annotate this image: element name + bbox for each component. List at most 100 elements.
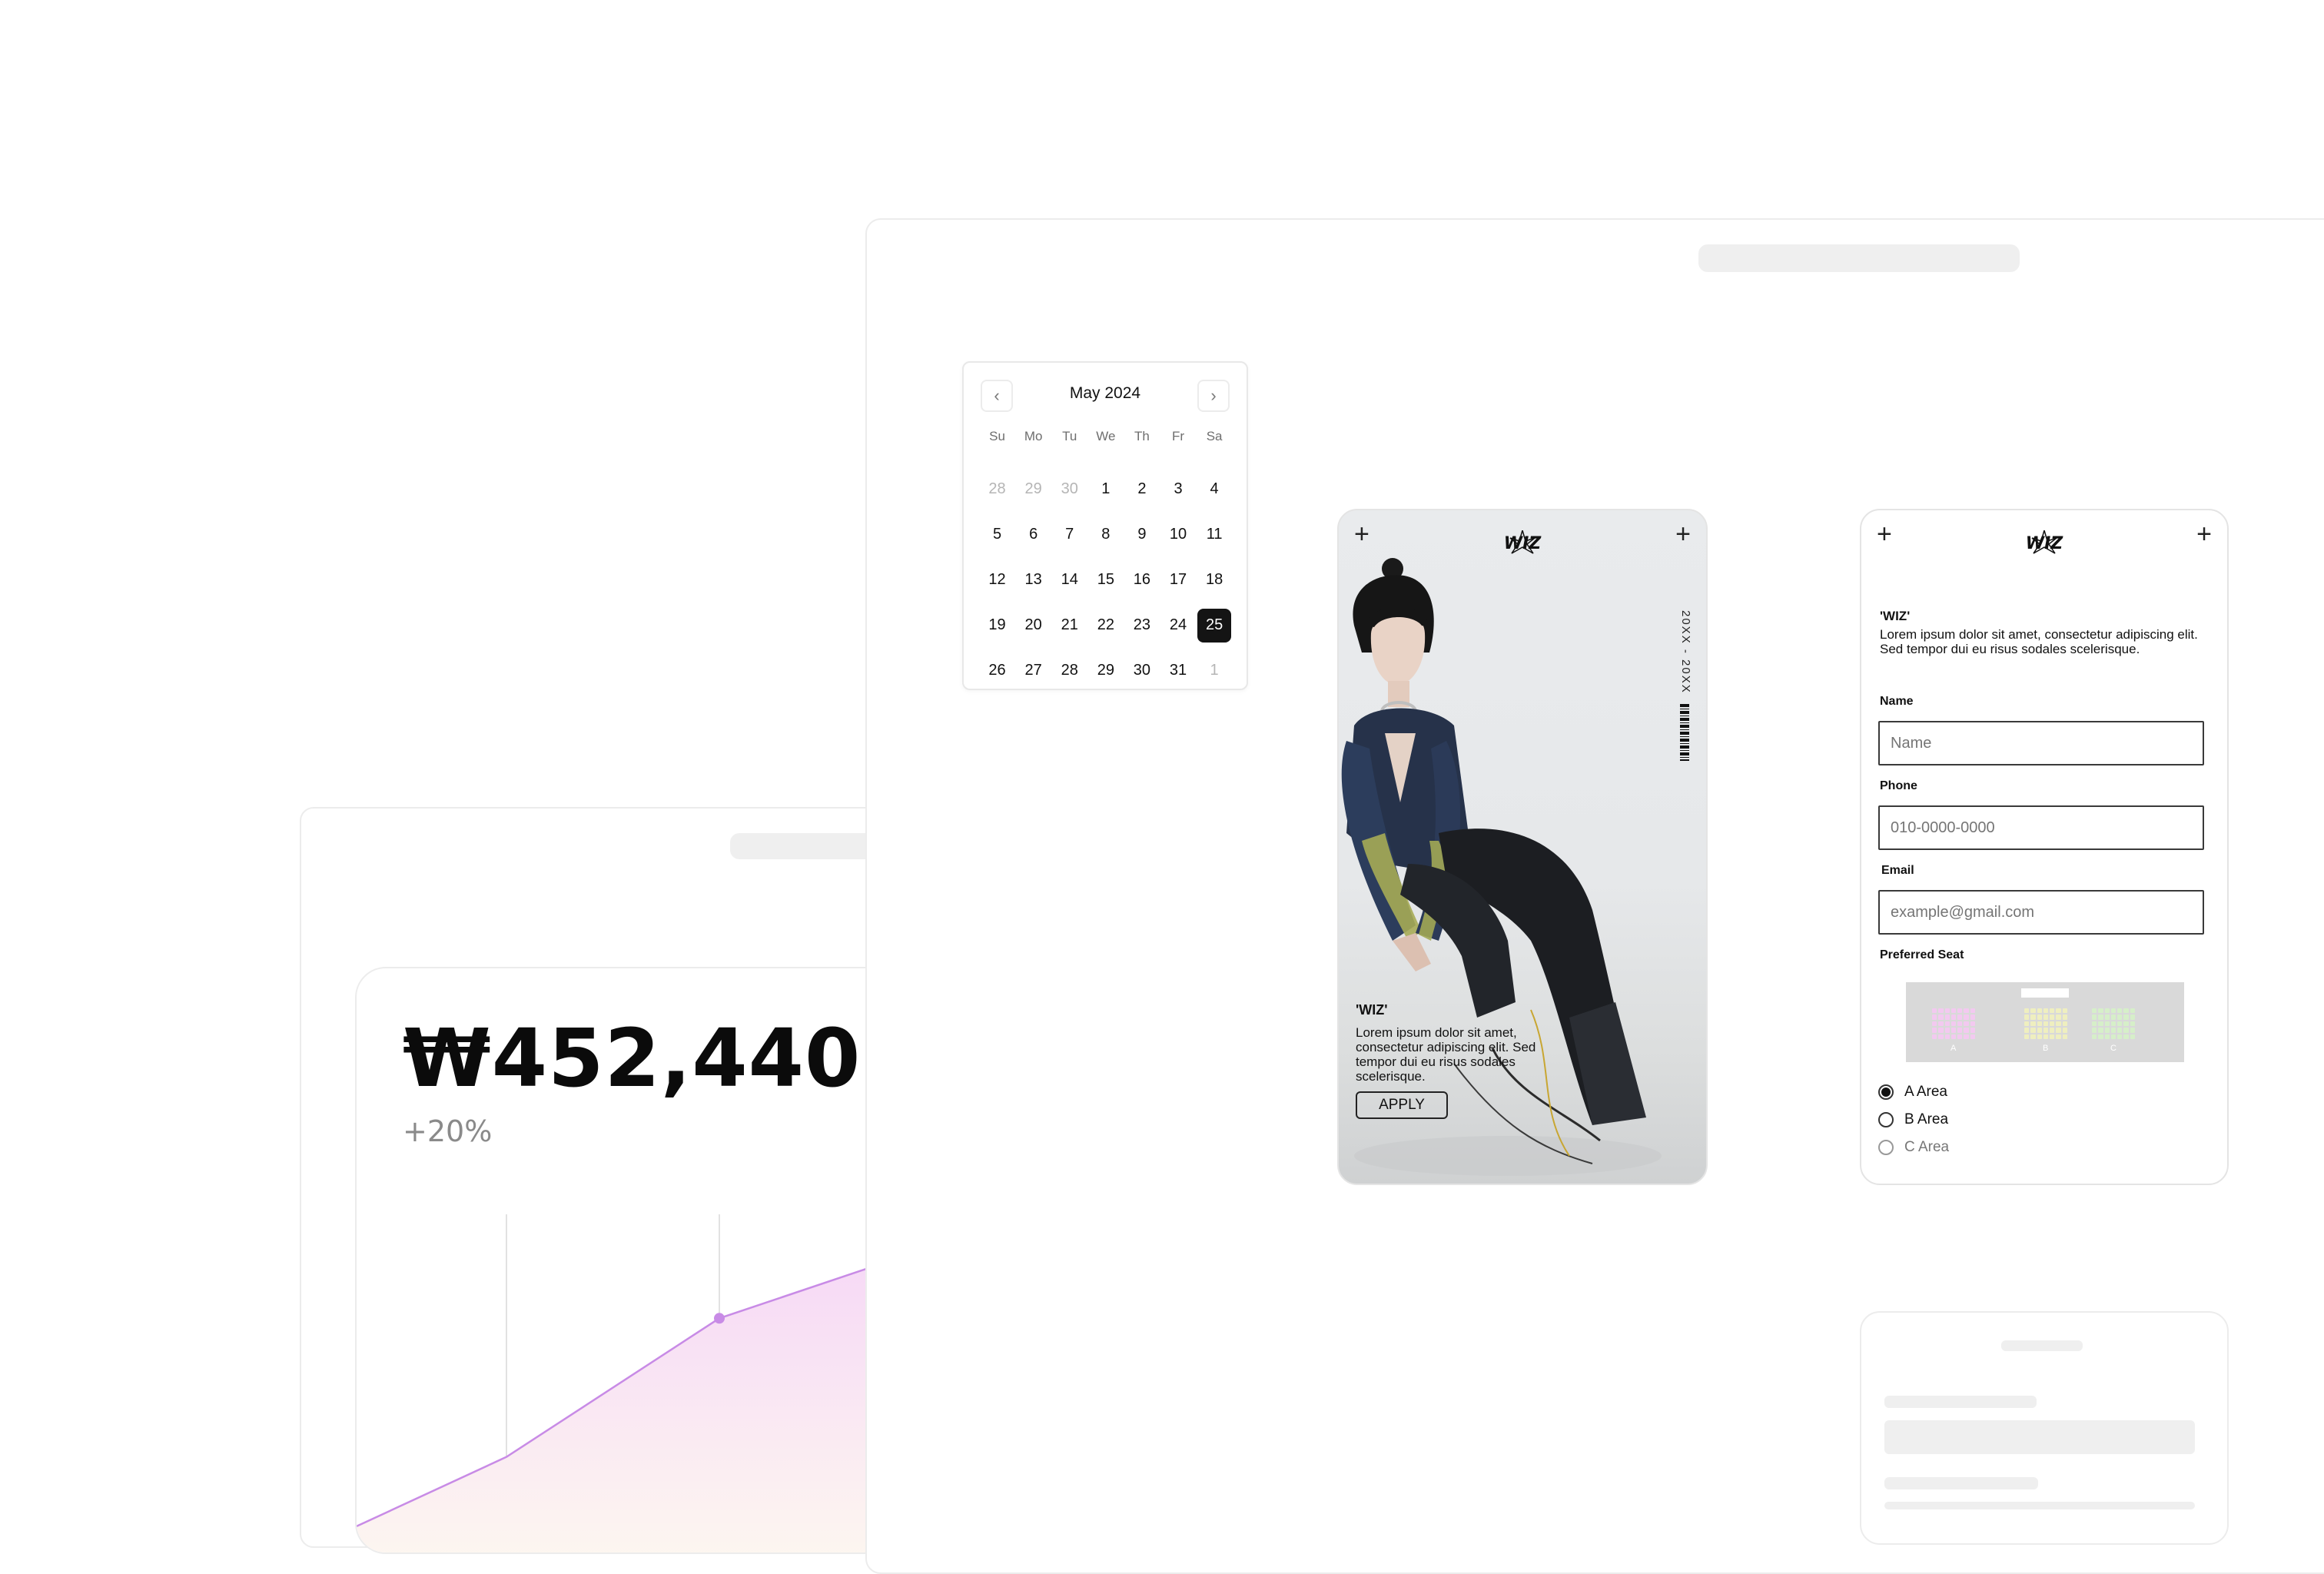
seat[interactable] [1944, 1028, 1950, 1033]
seat[interactable] [2056, 1028, 2061, 1033]
seat[interactable] [2098, 1008, 2103, 1014]
seat-area-option[interactable]: A Area [1878, 1084, 1947, 1101]
seat[interactable] [2092, 1008, 2097, 1014]
seat[interactable] [2037, 1021, 2042, 1027]
seat[interactable] [2104, 1021, 2110, 1027]
seat[interactable] [1970, 1034, 1975, 1039]
seat[interactable] [2117, 1034, 2123, 1039]
calendar-day[interactable]: 28 [979, 467, 1015, 512]
seat[interactable] [2130, 1021, 2135, 1027]
seat[interactable] [2123, 1021, 2129, 1027]
radio-checked-icon[interactable] [1878, 1084, 1894, 1100]
seat[interactable] [2098, 1014, 2103, 1020]
calendar-day[interactable]: 3 [1160, 467, 1196, 512]
calendar-day[interactable]: 7 [1051, 512, 1087, 557]
calendar-day[interactable]: 27 [1015, 648, 1051, 693]
calendar-day[interactable]: 31 [1160, 648, 1196, 693]
seat[interactable] [2104, 1008, 2110, 1014]
calendar-day[interactable]: 8 [1087, 512, 1124, 557]
seat[interactable] [1970, 1008, 1975, 1014]
seat[interactable] [1957, 1034, 1963, 1039]
calendar-day[interactable]: 30 [1051, 467, 1087, 512]
calendar-day[interactable]: 22 [1087, 603, 1124, 648]
seat[interactable] [2043, 1008, 2049, 1014]
seat[interactable] [1964, 1014, 1969, 1020]
seat-section-b[interactable] [2024, 1008, 2067, 1039]
seat[interactable] [1938, 1034, 1944, 1039]
calendar-day[interactable]: 18 [1197, 557, 1233, 603]
seat[interactable] [1944, 1034, 1950, 1039]
seat[interactable] [2056, 1034, 2061, 1039]
seat[interactable] [2037, 1034, 2042, 1039]
seat[interactable] [2037, 1014, 2042, 1020]
seat[interactable] [1950, 1028, 1957, 1033]
seat[interactable] [1938, 1008, 1944, 1014]
seat[interactable] [1932, 1021, 1937, 1027]
calendar-day[interactable]: 23 [1124, 603, 1160, 648]
seat[interactable] [1944, 1008, 1950, 1014]
seat[interactable] [2117, 1008, 2123, 1014]
seat[interactable] [2092, 1014, 2097, 1020]
seat-section-c[interactable] [2092, 1008, 2135, 1039]
seat[interactable] [1957, 1021, 1963, 1027]
seat[interactable] [1950, 1008, 1957, 1014]
calendar-day[interactable]: 29 [1015, 467, 1051, 512]
seat[interactable] [2037, 1028, 2042, 1033]
name-field[interactable] [1878, 721, 2204, 765]
seat[interactable] [1957, 1008, 1963, 1014]
seat[interactable] [1932, 1034, 1937, 1039]
plus-icon[interactable]: + [2196, 521, 2212, 547]
seat[interactable] [2062, 1028, 2067, 1033]
phone-field[interactable] [1878, 805, 2204, 850]
seat[interactable] [2110, 1008, 2116, 1014]
seat[interactable] [1932, 1014, 1937, 1020]
seat-map[interactable]: A B C [1906, 982, 2184, 1062]
seat[interactable] [2056, 1008, 2061, 1014]
seat[interactable] [2098, 1034, 2103, 1039]
seat[interactable] [2024, 1028, 2030, 1033]
seat[interactable] [2130, 1014, 2135, 1020]
plus-icon[interactable]: + [1877, 521, 1892, 547]
seat[interactable] [2043, 1021, 2049, 1027]
calendar-day[interactable]: 4 [1197, 467, 1233, 512]
seat[interactable] [2062, 1014, 2067, 1020]
seat[interactable] [2117, 1021, 2123, 1027]
seat[interactable] [2030, 1034, 2036, 1039]
seat[interactable] [1970, 1014, 1975, 1020]
seat[interactable] [2030, 1021, 2036, 1027]
seat[interactable] [2024, 1021, 2030, 1027]
seat[interactable] [2110, 1014, 2116, 1020]
seat[interactable] [2123, 1028, 2129, 1033]
seat[interactable] [2092, 1034, 2097, 1039]
seat[interactable] [2117, 1014, 2123, 1020]
seat[interactable] [1964, 1028, 1969, 1033]
calendar-day[interactable]: 20 [1015, 603, 1051, 648]
calendar-day[interactable]: 11 [1197, 512, 1233, 557]
seat[interactable] [1957, 1028, 1963, 1033]
seat[interactable] [2123, 1008, 2129, 1014]
seat[interactable] [2056, 1021, 2061, 1027]
seat[interactable] [1970, 1021, 1975, 1027]
calendar-day[interactable]: 26 [979, 648, 1015, 693]
plus-icon[interactable]: + [1354, 521, 1370, 547]
calendar-day[interactable]: 5 [979, 512, 1015, 557]
calendar-day[interactable]: 30 [1124, 648, 1160, 693]
seat[interactable] [2050, 1014, 2055, 1020]
seat[interactable] [1970, 1028, 1975, 1033]
calendar-day[interactable]: 16 [1124, 557, 1160, 603]
seat[interactable] [2104, 1014, 2110, 1020]
seat[interactable] [1957, 1014, 1963, 1020]
calendar-day[interactable]: 19 [979, 603, 1015, 648]
seat[interactable] [1964, 1021, 1969, 1027]
seat[interactable] [1950, 1014, 1957, 1020]
plus-icon[interactable]: + [1675, 521, 1691, 547]
seat[interactable] [2092, 1028, 2097, 1033]
seat[interactable] [1964, 1008, 1969, 1014]
seat[interactable] [1938, 1021, 1944, 1027]
calendar-day[interactable]: 14 [1051, 557, 1087, 603]
seat[interactable] [2117, 1028, 2123, 1033]
seat[interactable] [2037, 1008, 2042, 1014]
calendar-day[interactable]: 2 [1124, 467, 1160, 512]
seat[interactable] [2030, 1008, 2036, 1014]
calendar-day[interactable]: 13 [1015, 557, 1051, 603]
